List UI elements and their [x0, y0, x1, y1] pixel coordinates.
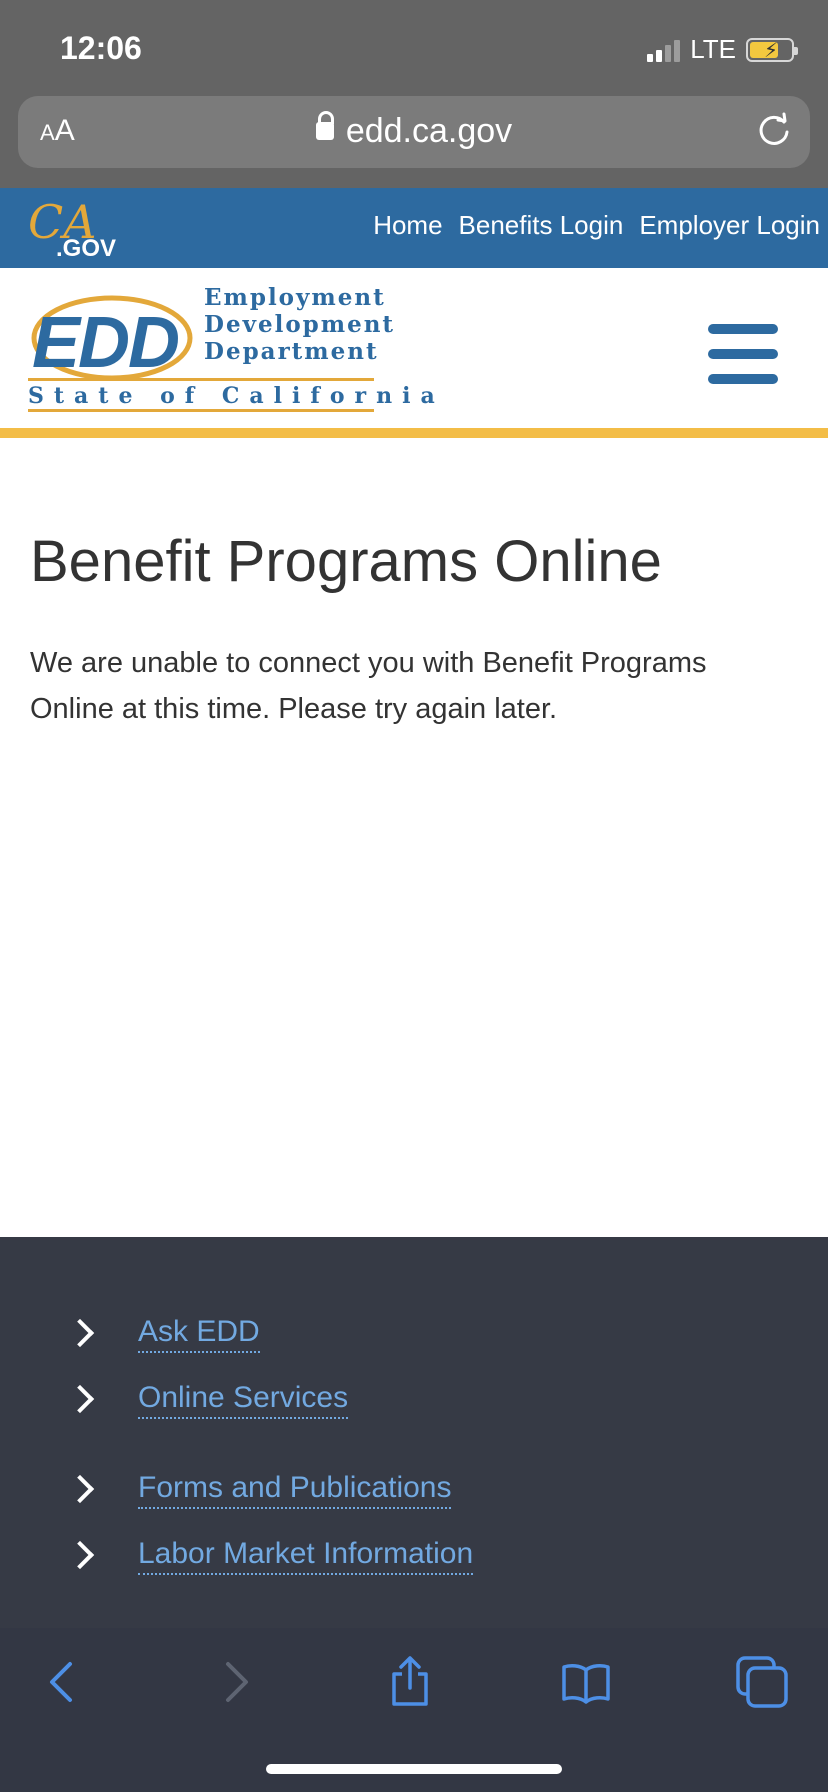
share-icon[interactable] [382, 1654, 438, 1710]
chevron-right-icon [65, 1540, 95, 1570]
back-icon[interactable] [34, 1654, 90, 1710]
chevron-right-icon [65, 1384, 95, 1414]
footer-item-ask-edd: Ask EDD [65, 1313, 260, 1353]
edd-logo-rule-bottom [28, 409, 374, 412]
chevron-right-icon [65, 1474, 95, 1504]
footer-link-forms-publications[interactable]: Forms and Publications [138, 1469, 452, 1509]
footer-link-online-services[interactable]: Online Services [138, 1379, 349, 1419]
nav-employer-login-link[interactable]: Employer Login [639, 210, 820, 241]
footer-item-lmi: Labor Market Information [65, 1535, 474, 1575]
edd-logo-wordmark: EDD [32, 303, 180, 383]
header-divider [0, 428, 828, 438]
url-display[interactable]: edd.ca.gov [18, 111, 810, 151]
footer-item-forms: Forms and Publications [65, 1469, 452, 1509]
cagov-logo[interactable]: CA .GOV [28, 194, 128, 260]
reload-icon[interactable] [756, 112, 792, 148]
footer: Ask EDD Online Services Forms and Public… [0, 1237, 828, 1628]
page-title: Benefit Programs Online [30, 529, 662, 594]
cagov-bar: CA .GOV Home Benefits Login Employer Log… [0, 188, 828, 268]
error-message: We are unable to connect you with Benefi… [30, 647, 707, 725]
cagov-nav: Home Benefits Login Employer Login [373, 210, 820, 241]
home-indicator [266, 1764, 562, 1774]
nav-benefits-login-link[interactable]: Benefits Login [459, 210, 624, 241]
battery-icon: ⚡ [746, 37, 798, 62]
edd-logo-state: State of California [28, 383, 445, 409]
menu-icon[interactable] [708, 324, 778, 384]
chevron-right-icon [65, 1318, 95, 1348]
footer-item-online-services: Online Services [65, 1379, 349, 1419]
edd-logo[interactable]: EDD Employment Development Department St… [28, 284, 435, 412]
footer-link-ask-edd[interactable]: Ask EDD [138, 1313, 260, 1353]
signal-icon [647, 38, 681, 62]
forward-icon[interactable] [208, 1654, 264, 1710]
svg-text:.GOV: .GOV [56, 235, 116, 260]
nav-home-link[interactable]: Home [373, 210, 442, 241]
bookmarks-icon[interactable] [558, 1654, 614, 1710]
status-indicators: LTE ⚡ [647, 34, 798, 65]
browser-address-area: AA edd.ca.gov [0, 96, 828, 188]
edd-header: EDD Employment Development Department St… [0, 268, 828, 428]
lock-icon [315, 111, 334, 140]
url-text: edd.ca.gov [345, 112, 513, 150]
footer-link-labor-market[interactable]: Labor Market Information [138, 1535, 474, 1575]
network-label: LTE [690, 34, 736, 64]
address-bar[interactable]: AA edd.ca.gov [18, 96, 810, 168]
tabs-icon[interactable] [734, 1654, 790, 1710]
status-bar: 12:06 LTE ⚡ [0, 0, 828, 96]
status-time: 12:06 [60, 30, 142, 66]
edd-logo-department: Employment Development Department [204, 284, 396, 365]
edd-logo-rule [28, 378, 374, 381]
